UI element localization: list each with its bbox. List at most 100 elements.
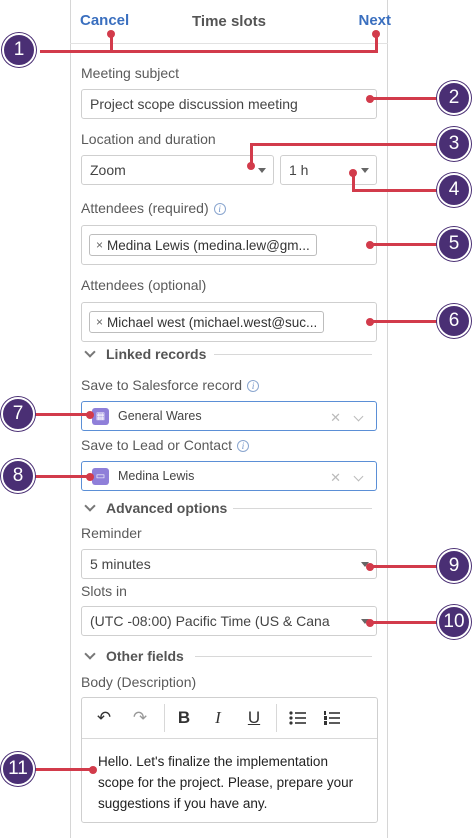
chevron-down-icon — [84, 346, 96, 358]
duration-select[interactable]: 1 h — [280, 155, 377, 185]
callout-dot — [107, 30, 115, 38]
callout-dot — [366, 95, 374, 103]
next-button[interactable]: Next — [358, 12, 391, 29]
section-divider — [233, 508, 372, 509]
chevron-down-icon[interactable] — [353, 471, 364, 481]
lead-contact-text: Save to Lead or Contact — [81, 437, 232, 453]
chevron-down-icon — [84, 500, 96, 512]
linked-records-title: Linked records — [106, 346, 207, 362]
page-title: Time slots — [192, 13, 266, 30]
rich-text-editor[interactable]: ↶ ↷ B I U Hello. Let's finalize the impl… — [81, 697, 378, 823]
callout-dot — [86, 473, 94, 481]
section-divider — [195, 656, 372, 657]
location-duration-label: Location and duration — [81, 131, 216, 147]
meeting-subject-value: Project scope discussion meeting — [90, 96, 298, 112]
attendees-required-field[interactable]: × Medina Lewis (medina.lew@gm... — [81, 225, 377, 265]
callout-badge: 2 — [437, 81, 471, 115]
contact-card-icon: ▭ — [92, 467, 109, 485]
editor-toolbar: ↶ ↷ B I U — [82, 698, 377, 739]
callout-dot — [349, 169, 357, 177]
underline-button[interactable]: U — [242, 706, 266, 730]
reminder-label: Reminder — [81, 525, 142, 541]
toolbar-divider — [276, 704, 277, 732]
record-actions: ✕ — [330, 470, 364, 486]
callout-line — [352, 189, 440, 192]
undo-icon[interactable]: ↶ — [92, 706, 116, 730]
bold-button[interactable]: B — [172, 706, 196, 730]
redo-icon[interactable]: ↷ — [128, 706, 152, 730]
info-icon[interactable]: i — [247, 380, 260, 393]
callout-line — [250, 143, 440, 146]
other-fields-section[interactable]: Other fields — [84, 648, 184, 664]
attendees-required-label: Attendees (required) i — [81, 200, 226, 216]
attendee-chip[interactable]: × Medina Lewis (medina.lew@gm... — [89, 234, 317, 256]
building-icon: ▦ — [92, 407, 109, 425]
salesforce-record-label: Save to Salesforce record i — [81, 377, 260, 393]
callout-dot — [86, 411, 94, 419]
clear-icon[interactable]: ✕ — [330, 410, 341, 426]
callout-dot — [247, 162, 255, 170]
chevron-down-icon — [361, 168, 369, 173]
callout-badge: 6 — [437, 304, 471, 338]
meeting-subject-input[interactable]: Project scope discussion meeting — [81, 89, 377, 119]
callout-dot — [372, 30, 380, 38]
callout-dot — [89, 766, 97, 774]
callout-badge: 7 — [1, 397, 35, 431]
callout-line — [370, 621, 440, 624]
chevron-down-icon — [84, 648, 96, 660]
numbered-list-icon[interactable] — [320, 706, 344, 730]
attendees-required-text: Attendees (required) — [81, 200, 209, 216]
lead-contact-field[interactable]: ▭ Medina Lewis ✕ — [81, 461, 377, 491]
other-fields-title: Other fields — [106, 648, 184, 664]
info-icon[interactable]: i — [213, 203, 226, 216]
callout-line — [370, 320, 440, 323]
remove-icon[interactable]: × — [96, 238, 103, 252]
callout-dot — [366, 241, 374, 249]
callout-badge: 10 — [437, 605, 471, 639]
callout-line — [370, 565, 440, 568]
callout-badge: 9 — [437, 549, 471, 583]
callout-line — [30, 475, 92, 478]
advanced-options-section[interactable]: Advanced options — [84, 500, 228, 516]
clear-icon[interactable]: ✕ — [330, 470, 341, 486]
attendee-chip[interactable]: × Michael west (michael.west@suc... — [89, 311, 325, 333]
toolbar-divider — [164, 704, 165, 732]
salesforce-record-value: General Wares — [118, 409, 202, 423]
salesforce-record-field[interactable]: ▦ General Wares ✕ — [81, 401, 377, 431]
location-value: Zoom — [90, 162, 126, 178]
callout-dot — [366, 563, 374, 571]
attendees-optional-field[interactable]: × Michael west (michael.west@suc... — [81, 302, 377, 342]
italic-button[interactable]: I — [206, 706, 230, 730]
chevron-down-icon[interactable] — [353, 411, 364, 421]
remove-icon[interactable]: × — [96, 315, 103, 329]
attendees-optional-label: Attendees (optional) — [81, 277, 207, 293]
callout-line — [370, 97, 440, 100]
section-divider — [214, 354, 372, 355]
callout-badge: 11 — [1, 752, 35, 786]
body-description-label: Body (Description) — [81, 674, 197, 690]
advanced-options-title: Advanced options — [106, 500, 228, 516]
attendee-chip-label: Michael west (michael.west@suc... — [107, 314, 318, 330]
salesforce-record-text: Save to Salesforce record — [81, 377, 243, 393]
info-icon[interactable]: i — [237, 440, 249, 453]
bullet-list-icon[interactable] — [286, 706, 310, 730]
callout-badge: 1 — [2, 33, 36, 67]
callout-dot — [366, 318, 374, 326]
duration-value: 1 h — [289, 162, 309, 178]
linked-records-section[interactable]: Linked records — [84, 346, 207, 362]
callout-badge: 4 — [437, 173, 471, 207]
lead-contact-label: Save to Lead or Contact i — [81, 437, 249, 453]
callout-line — [30, 768, 95, 771]
meeting-subject-label: Meeting subject — [81, 65, 180, 81]
reminder-value: 5 minutes — [90, 556, 151, 572]
callout-badge: 8 — [1, 459, 35, 493]
callout-line — [40, 50, 378, 53]
reminder-select[interactable]: 5 minutes — [81, 549, 377, 579]
lead-contact-value: Medina Lewis — [118, 469, 195, 483]
callout-badge: 5 — [437, 227, 471, 261]
callout-line — [30, 413, 92, 416]
location-select[interactable]: Zoom — [81, 155, 274, 185]
timezone-select[interactable]: (UTC -08:00) Pacific Time (US & Canada) — [81, 606, 377, 636]
slots-in-label: Slots in — [81, 583, 127, 599]
editor-body[interactable]: Hello. Let's finalize the implementation… — [82, 739, 377, 826]
